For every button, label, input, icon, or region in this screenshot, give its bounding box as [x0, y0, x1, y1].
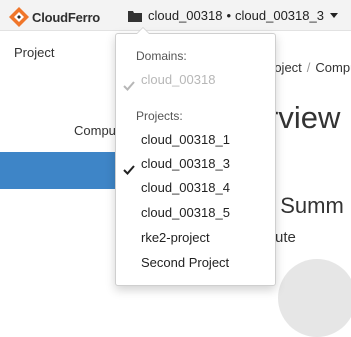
project-item[interactable]: cloud_00318_1 [116, 128, 275, 152]
page-title: rview [268, 100, 341, 135]
sidebar-item-active[interactable] [0, 152, 116, 189]
context-separator: • [226, 8, 232, 23]
limit-summary-title: t Summ [268, 193, 344, 218]
domains-header: Domains: [136, 49, 187, 63]
context-dropdown-menu: Domains: cloud_00318 Projects: cloud_003… [115, 27, 276, 286]
breadcrumb-compute[interactable]: Comput [315, 60, 351, 75]
sidebar-item-project[interactable]: Project [14, 45, 54, 60]
project-item[interactable]: Second Project [116, 251, 275, 275]
projects-header: Projects: [136, 109, 183, 123]
domain-item: cloud_00318 [116, 68, 275, 92]
dropdown-pointer-fill [137, 28, 149, 34]
top-bar: CloudFerro cloud_00318 • cloud_00318_3 [0, 0, 351, 31]
project-item-label: cloud_00318_3 [141, 156, 230, 171]
checkmark-icon [123, 75, 135, 91]
domain-item-label: cloud_00318 [141, 72, 216, 87]
sidebar-item-compute[interactable]: Compu [74, 123, 116, 138]
usage-pie-chart [278, 259, 351, 337]
context-selector[interactable]: cloud_00318 • cloud_00318_3 [128, 0, 338, 31]
breadcrumb: roject/Comput [270, 60, 351, 75]
breadcrumb-separator: / [306, 60, 311, 75]
context-domain: cloud_00318 [148, 8, 223, 23]
project-item[interactable]: cloud_00318_5 [116, 201, 275, 225]
project-item-label: Second Project [141, 255, 230, 270]
project-item[interactable]: rke2-project [116, 226, 275, 250]
brand-logo[interactable]: CloudFerro [9, 6, 100, 28]
chevron-down-icon [329, 13, 338, 18]
checkmark-icon [123, 159, 135, 175]
compute-subtitle: ute [275, 229, 296, 246]
project-item-selected[interactable]: cloud_00318_3 [116, 152, 275, 176]
project-item-label: rke2-project [141, 230, 210, 245]
cloudferro-logo-icon [9, 7, 29, 27]
brand-name: CloudFerro [32, 9, 101, 25]
folder-icon [128, 10, 142, 22]
context-project: cloud_00318_3 [235, 8, 324, 23]
project-item[interactable]: cloud_00318_4 [116, 176, 275, 200]
project-item-label: cloud_00318_1 [141, 132, 230, 147]
project-item-label: cloud_00318_5 [141, 205, 230, 220]
project-item-label: cloud_00318_4 [141, 180, 230, 195]
